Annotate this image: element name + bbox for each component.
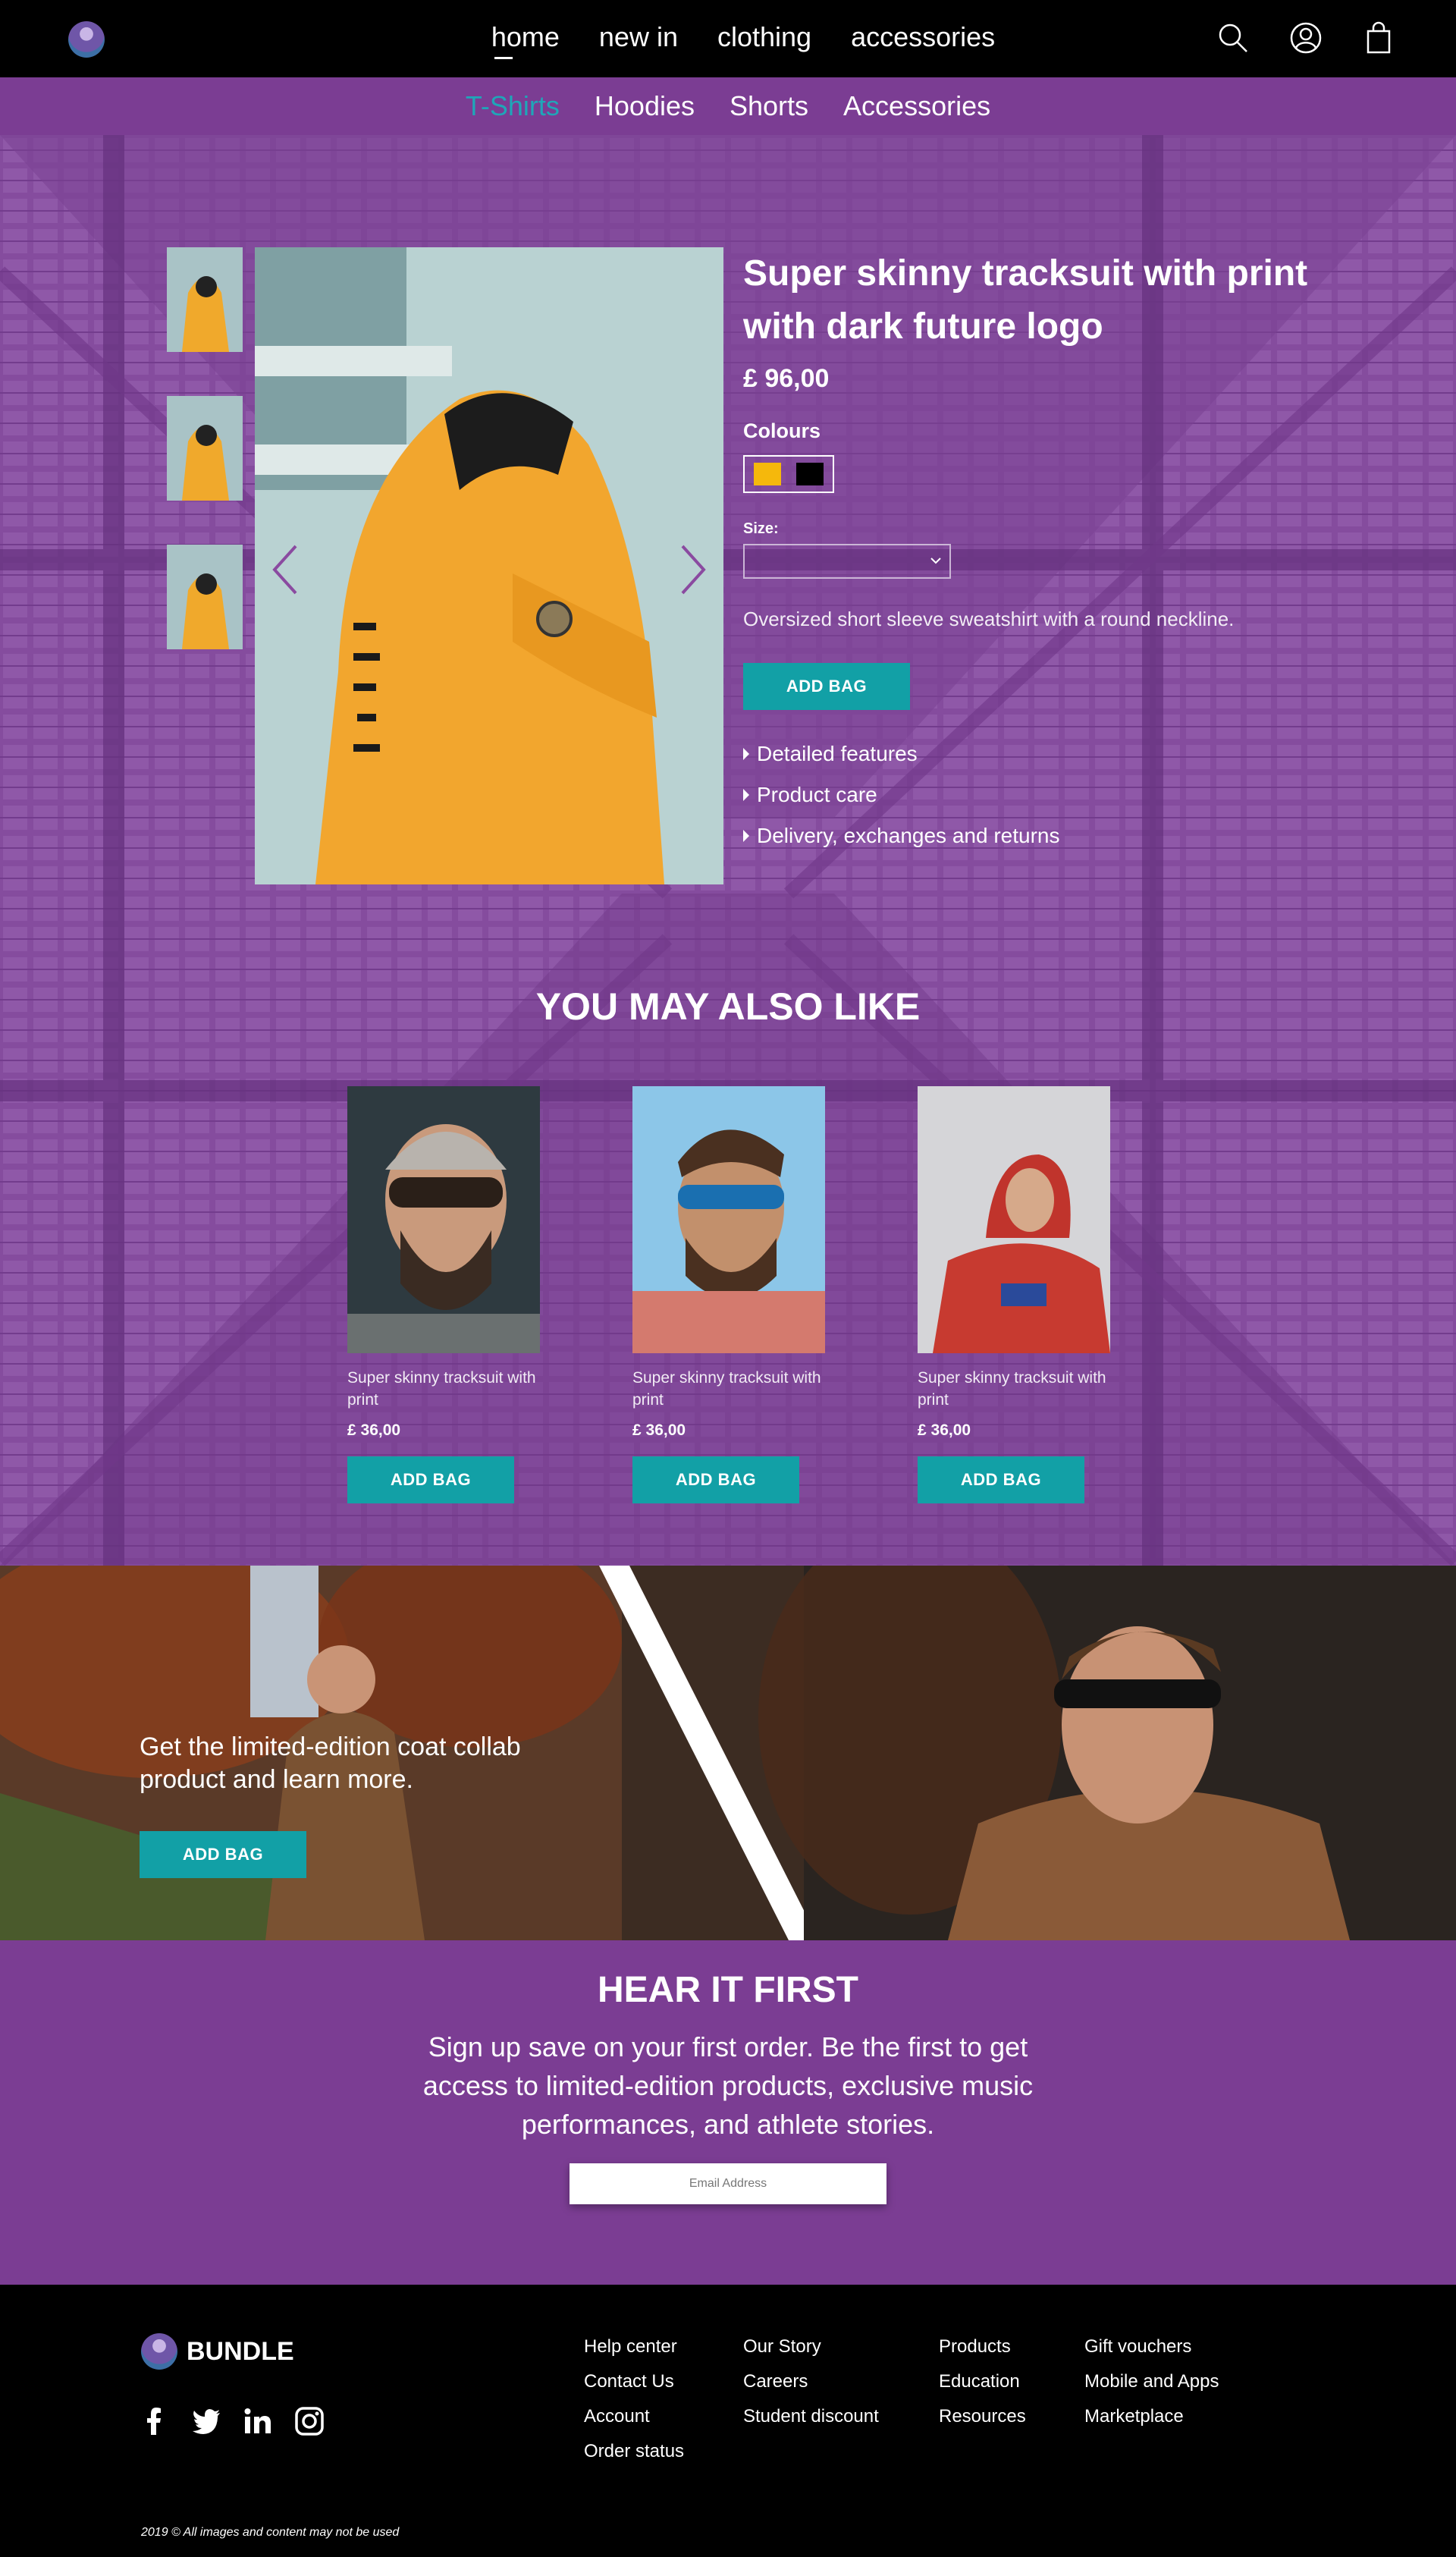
nav-icons <box>1216 21 1395 55</box>
footer-link[interactable]: Resources <box>939 2406 1084 2427</box>
thumbnail-list <box>167 247 243 693</box>
add-bag-button[interactable]: ADD BAG <box>743 663 910 710</box>
category-shorts[interactable]: Shorts <box>730 90 808 122</box>
category-hoodies[interactable]: Hoodies <box>595 90 695 122</box>
nav-clothing[interactable]: clothing <box>717 21 811 53</box>
you-may-also-like-title: YOU MAY ALSO LIKE <box>535 985 921 1028</box>
add-bag-button[interactable]: ADD BAG <box>918 1456 1084 1503</box>
add-bag-button[interactable]: ADD BAG <box>632 1456 799 1503</box>
promo-banner: Get the limited-edition coat collab prod… <box>0 1566 1456 1940</box>
feature-care[interactable]: Product care <box>743 783 1320 807</box>
linkedin-icon[interactable] <box>243 2406 273 2436</box>
recommendation-price: £ 36,00 <box>632 1421 686 1439</box>
recommendation-price: £ 36,00 <box>347 1421 401 1439</box>
footer-link[interactable]: Contact Us <box>584 2371 743 2392</box>
footer-column-help: Help center Contact Us Account Order sta… <box>584 2336 743 2476</box>
social-links <box>140 2406 325 2436</box>
caret-right-icon <box>743 830 749 842</box>
footer-link[interactable]: Products <box>939 2336 1084 2358</box>
footer-column-products: Products Education Resources <box>939 2336 1084 2476</box>
caret-right-icon <box>743 748 749 760</box>
brand-name: BUNDLE <box>187 2336 294 2366</box>
newsletter-title: HEAR IT FIRST <box>598 1970 858 2010</box>
footer-link[interactable]: Student discount <box>743 2406 939 2427</box>
product-thumbnail[interactable] <box>167 247 243 352</box>
promo-add-bag-button[interactable]: ADD BAG <box>140 1831 306 1878</box>
category-accessories[interactable]: Accessories <box>843 90 990 122</box>
size-label: Size: <box>743 520 779 537</box>
footer-link-columns: Help center Contact Us Account Order sta… <box>584 2336 1266 2476</box>
product-thumbnail[interactable] <box>167 396 243 501</box>
recommendation-list: Super skinny tracksuit with print £ 36,0… <box>347 1086 1110 1503</box>
product-price: £ 96,00 <box>743 364 830 393</box>
recommendation-card: Super skinny tracksuit with print £ 36,0… <box>632 1086 825 1503</box>
product-section: Super skinny tracksuit with print with d… <box>0 135 1456 1566</box>
category-bar: T-Shirts Hoodies Shorts Accessories <box>0 77 1456 135</box>
footer-link[interactable]: Gift vouchers <box>1084 2336 1266 2358</box>
newsletter-text: Sign up save on your first order. Be the… <box>422 2031 1034 2140</box>
footer-link[interactable]: Marketplace <box>1084 2406 1266 2427</box>
footer-brand[interactable]: BUNDLE <box>141 2333 294 2370</box>
footer-link[interactable]: Order status <box>584 2441 743 2462</box>
recommendation-price: £ 36,00 <box>918 1421 971 1439</box>
nav-home[interactable]: home <box>491 21 560 59</box>
email-input[interactable]: Email Address <box>570 2163 886 2204</box>
chevron-down-icon <box>930 558 941 564</box>
search-icon[interactable] <box>1216 21 1250 55</box>
footer-column-more: Gift vouchers Mobile and Apps Marketplac… <box>1084 2336 1266 2476</box>
top-navigation: home new in clothing accessories <box>0 0 1456 77</box>
product-thumbnail[interactable] <box>167 545 243 649</box>
footer-link[interactable]: Education <box>939 2371 1084 2392</box>
feature-list: Detailed features Product care Delivery,… <box>743 742 1320 848</box>
colour-swatch-black[interactable] <box>796 463 824 485</box>
footer-link[interactable]: Careers <box>743 2371 939 2392</box>
caret-right-icon <box>743 789 749 801</box>
colours-label: Colours <box>743 419 821 442</box>
feature-label: Product care <box>757 783 877 806</box>
add-bag-button[interactable]: ADD BAG <box>347 1456 514 1503</box>
footer-link[interactable]: Help center <box>584 2336 743 2358</box>
recommendation-image[interactable] <box>632 1086 825 1353</box>
recommendation-image[interactable] <box>918 1086 1110 1353</box>
footer-link[interactable]: Mobile and Apps <box>1084 2371 1266 2392</box>
next-image-arrow[interactable] <box>678 543 708 596</box>
previous-image-arrow[interactable] <box>270 543 300 596</box>
brand-logo <box>141 2333 177 2370</box>
recommendation-name[interactable]: Super skinny tracksuit with print <box>918 1367 1110 1411</box>
twitter-icon[interactable] <box>191 2406 221 2436</box>
footer-column-company: Our Story Careers Student discount <box>743 2336 939 2476</box>
product-title: Super skinny tracksuit with print with d… <box>743 253 1308 347</box>
feature-label: Detailed features <box>757 742 918 765</box>
footer: BUNDLE Help center Contact Us Account Or… <box>0 2285 1456 2554</box>
bag-icon[interactable] <box>1362 21 1395 55</box>
feature-label: Delivery, exchanges and returns <box>757 824 1060 847</box>
product-description: Oversized short sleeve sweatshirt with a… <box>743 608 1235 630</box>
product-info: Super skinny tracksuit with print with d… <box>743 247 1320 865</box>
nav-accessories[interactable]: accessories <box>851 21 995 53</box>
colour-swatches <box>743 455 834 493</box>
colour-swatch-yellow[interactable] <box>754 463 781 485</box>
recommendation-card: Super skinny tracksuit with print £ 36,0… <box>918 1086 1110 1503</box>
category-t-shirts[interactable]: T-Shirts <box>466 90 560 122</box>
newsletter-section: HEAR IT FIRST Sign up save on your first… <box>0 1940 1456 2285</box>
feature-detailed[interactable]: Detailed features <box>743 742 1320 766</box>
product-detail: Super skinny tracksuit with print with d… <box>167 247 1320 884</box>
promo-text: Get the limited-edition coat collab prod… <box>140 1732 521 1794</box>
copyright-text: 2019 © All images and content may not be… <box>141 2526 400 2539</box>
account-icon[interactable] <box>1289 21 1323 55</box>
feature-delivery[interactable]: Delivery, exchanges and returns <box>743 824 1320 848</box>
recommendation-name[interactable]: Super skinny tracksuit with print <box>347 1367 540 1411</box>
footer-link[interactable]: Account <box>584 2406 743 2427</box>
recommendation-card: Super skinny tracksuit with print £ 36,0… <box>347 1086 540 1503</box>
recommendation-name[interactable]: Super skinny tracksuit with print <box>632 1367 825 1411</box>
facebook-icon[interactable] <box>140 2406 170 2436</box>
instagram-icon[interactable] <box>294 2406 325 2436</box>
product-main-image <box>255 247 723 884</box>
recommendation-image[interactable] <box>347 1086 540 1353</box>
size-select[interactable] <box>743 544 951 579</box>
nav-new-in[interactable]: new in <box>599 21 678 53</box>
footer-link[interactable]: Our Story <box>743 2336 939 2358</box>
